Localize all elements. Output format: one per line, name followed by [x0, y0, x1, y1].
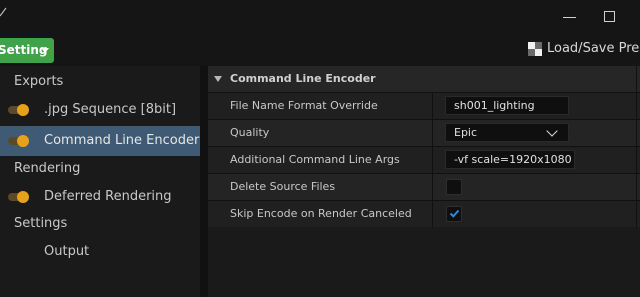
additional-args-input[interactable]: -vf scale=1920x1080 [445, 150, 575, 169]
title-bar [0, 0, 640, 34]
caret-down-icon [41, 48, 49, 53]
sidebar-item-command-line-encoder[interactable]: Command Line Encoder [0, 126, 200, 156]
details-empty-area [208, 228, 640, 297]
sidebar-item-label: Command Line Encoder [44, 133, 200, 148]
additional-args-label: Additional Command Line Args [230, 153, 400, 166]
sidebar-item-jpg-sequence[interactable]: .jpg Sequence [8bit] [0, 95, 200, 125]
chevron-down-icon [546, 125, 558, 137]
toggle-icon[interactable] [8, 191, 30, 203]
section-settings: Settings [14, 216, 68, 231]
column-splitter[interactable] [432, 92, 433, 228]
skip-encode-checkbox[interactable] [446, 206, 462, 222]
file-name-format-label: File Name Format Override [230, 99, 378, 112]
minimize-icon[interactable] [563, 10, 577, 24]
section-rendering: Rendering [14, 161, 81, 176]
toggle-icon[interactable] [8, 135, 30, 147]
category-title: Command Line Encoder [230, 72, 376, 85]
panel-splitter[interactable] [200, 66, 208, 297]
quality-label: Quality [230, 126, 270, 139]
delete-source-files-checkbox[interactable] [446, 179, 462, 195]
section-exports: Exports [14, 74, 64, 89]
quality-dropdown-value: Epic [454, 126, 478, 139]
app-glyph-icon [0, 7, 7, 17]
checkmark-icon [449, 209, 460, 218]
collapse-arrow-icon[interactable] [214, 76, 222, 82]
preset-button-label: Load/Save Pres [547, 41, 640, 56]
sidebar-item-label: Deferred Rendering [44, 189, 172, 204]
quality-dropdown[interactable]: Epic [445, 123, 569, 142]
setting-button[interactable]: Setting [0, 38, 54, 63]
property-row [208, 119, 640, 146]
toolbar [0, 34, 640, 66]
toggle-icon[interactable] [8, 104, 30, 116]
sidebar-item-deferred-rendering[interactable]: Deferred Rendering [0, 182, 200, 212]
sidebar-item-label: Output [44, 244, 90, 259]
sidebar-item-output[interactable]: Output [0, 237, 200, 267]
column-edge [636, 66, 637, 228]
sidebar-item-label: .jpg Sequence [8bit] [44, 102, 177, 117]
delete-source-files-label: Delete Source Files [230, 180, 336, 193]
preset-icon [528, 42, 542, 56]
skip-encode-label: Skip Encode on Render Canceled [230, 207, 412, 220]
file-name-format-input[interactable]: sh001_lighting [445, 96, 569, 115]
maximize-icon[interactable] [604, 11, 615, 22]
